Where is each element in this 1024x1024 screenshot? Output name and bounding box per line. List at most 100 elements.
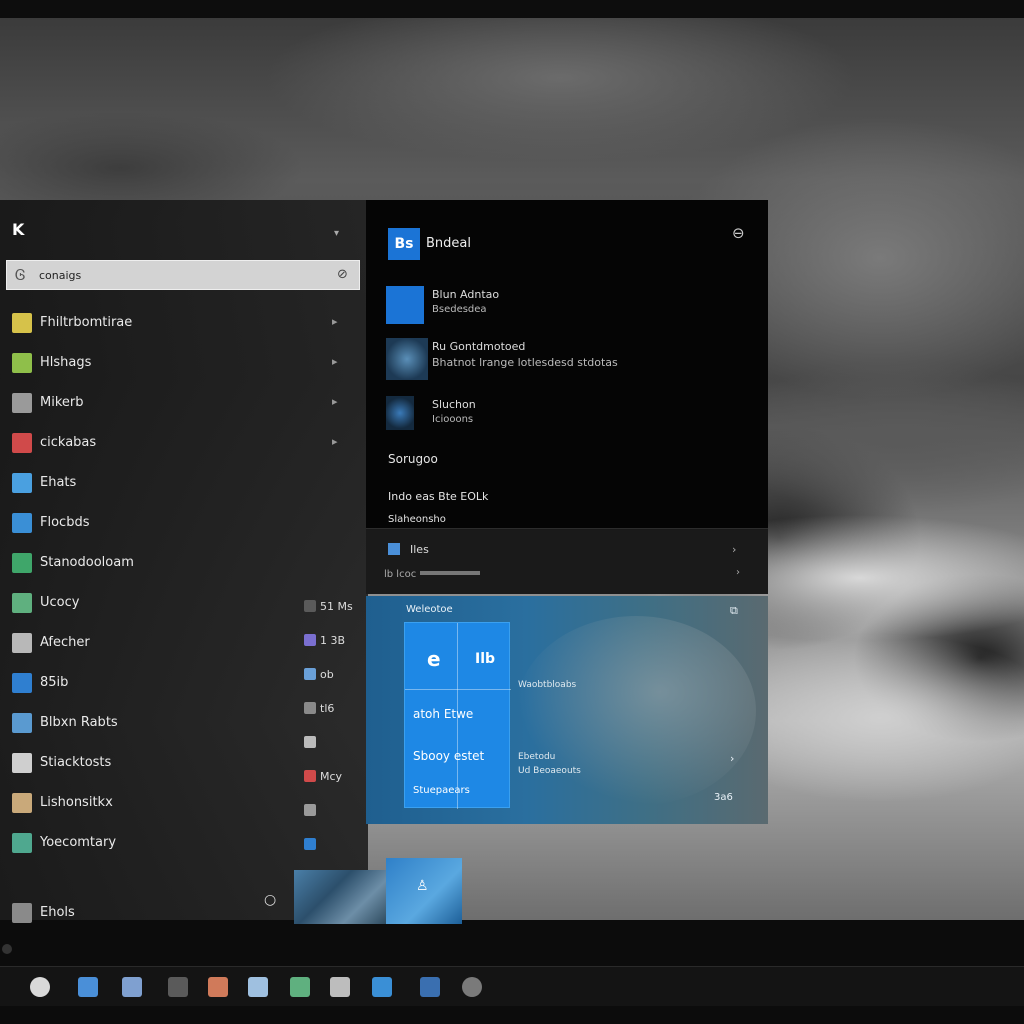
app-icon	[12, 633, 32, 653]
list-item-subtitle: Bhatnot lrange lotlesdesd stdotas	[432, 356, 618, 369]
live-tile-group: Weleotoe ⧉ e Ilb atoh Etwe Sbooy estet S…	[366, 596, 768, 824]
tile-background-image	[516, 616, 756, 806]
recent-item[interactable]: Iles	[388, 543, 429, 556]
tile-label: atoh Etwe	[413, 707, 474, 721]
sidebar-item[interactable]: cickabas ▸	[0, 426, 360, 460]
start-menu-detail-panel: Bs Bndeal ⊖ Blun Adntao Bsedesdea Ru Gon…	[366, 200, 768, 530]
link-text[interactable]: Indo eas Bte EOLk	[388, 490, 488, 503]
recent-item[interactable]: lb lcoc	[384, 569, 481, 580]
chevron-right-icon[interactable]: ›	[730, 752, 734, 765]
section-label: Sorugoo	[388, 452, 438, 466]
brush-icon[interactable]	[248, 977, 268, 997]
start-orb-icon[interactable]	[2, 944, 12, 954]
app-icon	[304, 838, 316, 850]
sidebar-item-label: Hlshags	[40, 355, 92, 370]
circle-icon[interactable]	[462, 977, 482, 997]
tile-group-title: Weleotoe	[406, 604, 453, 615]
app-icon	[12, 353, 32, 373]
globe-icon	[386, 396, 414, 430]
chevron-right-icon[interactable]: ▸	[332, 315, 338, 328]
search-input[interactable]: Ꮆ conaigs ⊘	[6, 260, 360, 290]
pinned-item-label: 51 Ms	[320, 600, 353, 613]
pinned-item[interactable]: tl6	[304, 702, 360, 724]
link-text[interactable]: Slaheonsho	[388, 514, 446, 525]
sidebar-item-label: Fhiltrbomtirae	[40, 315, 133, 330]
app-icon	[304, 770, 316, 782]
hamburger-icon[interactable]: K	[12, 220, 24, 239]
tile-label: Ilb	[475, 651, 496, 667]
chevron-right-icon[interactable]: ▸	[332, 435, 338, 448]
tile-caption: 3a6	[714, 792, 733, 803]
photo-icon[interactable]	[208, 977, 228, 997]
app-icon	[304, 600, 316, 612]
pinned-item-label: 1 3B	[320, 634, 346, 647]
thumbnail-icon	[386, 338, 428, 380]
sidebar-item[interactable]: Mikerb ▸	[0, 386, 360, 420]
sidebar-item-label: Blbxn Rabts	[40, 715, 118, 730]
pinned-item[interactable]: Mcy	[304, 770, 360, 792]
list-item-subtitle: Iciooons	[432, 414, 474, 425]
sidebar-item[interactable]: Stanodooloam	[0, 546, 360, 580]
sidebar-item-label: Ucocy	[40, 595, 80, 610]
app-icon	[12, 833, 32, 853]
list-item[interactable]: Blun Adntao Bsedesdea	[386, 286, 746, 326]
photos-tile[interactable]	[294, 870, 386, 924]
pen-icon[interactable]	[168, 977, 188, 997]
chrome-icon[interactable]	[30, 977, 50, 997]
clear-icon[interactable]: ⊘	[337, 267, 348, 282]
power-icon[interactable]: ○	[264, 892, 276, 908]
app-icon	[304, 702, 316, 714]
list-item-subtitle: Bsedesdea	[432, 304, 487, 315]
app-icon	[304, 804, 316, 816]
resize-icon[interactable]: ⧉	[730, 604, 738, 618]
chevron-right-icon[interactable]: ›	[736, 567, 740, 578]
chevron-right-icon[interactable]: ›	[732, 543, 736, 556]
person-icon: ♙	[416, 878, 429, 894]
screen-bezel-top	[0, 0, 1024, 18]
chevron-down-icon[interactable]: ▾	[334, 228, 339, 239]
globe-icon[interactable]	[420, 977, 440, 997]
device-icon[interactable]	[372, 977, 392, 997]
pinned-item[interactable]	[304, 838, 360, 860]
app-icon	[12, 593, 32, 613]
list-item[interactable]: Ru Gontdmotoed Bhatnot lrange lotlesdesd…	[386, 338, 746, 380]
app-icon	[12, 673, 32, 693]
sidebar-item[interactable]: Hlshags ▸	[0, 346, 360, 380]
pinned-item-label: ob	[320, 668, 334, 681]
taskbar	[0, 966, 1024, 1006]
pinned-item[interactable]: 51 Ms	[304, 600, 360, 622]
app-icon	[12, 513, 32, 533]
people-tile[interactable]: ♙	[386, 858, 462, 924]
sidebar-item[interactable]: Fhiltrbomtirae ▸	[0, 306, 360, 340]
sync-icon	[386, 286, 424, 324]
edge-tile[interactable]: e Ilb atoh Etwe Sbooy estet Stuepaears	[404, 622, 511, 809]
sidebar-item[interactable]: Flocbds	[0, 506, 360, 540]
app-icon	[12, 753, 32, 773]
sidebar-item-label: Afecher	[40, 635, 90, 650]
sidebar-item-label: Flocbds	[40, 515, 90, 530]
laptop-icon[interactable]	[78, 977, 98, 997]
music-icon[interactable]	[330, 977, 350, 997]
pinned-item[interactable]: ob	[304, 668, 360, 690]
pinned-item[interactable]	[304, 736, 360, 758]
sidebar-item-label: cickabas	[40, 435, 97, 450]
sidebar-item-label: Ehols	[40, 905, 75, 920]
sidebar-item-label: Stanodooloam	[40, 555, 134, 570]
search-input-value: conaigs	[39, 269, 82, 282]
app-icon	[304, 736, 316, 748]
chevron-right-icon[interactable]: ▸	[332, 355, 338, 368]
list-item-title: Blun Adntao	[432, 288, 500, 301]
sidebar-item[interactable]: Ehats	[0, 466, 360, 500]
chat-icon[interactable]	[290, 977, 310, 997]
pinned-item[interactable]	[304, 804, 360, 826]
options-icon[interactable]: ⊖	[732, 224, 745, 242]
store-icon[interactable]	[122, 977, 142, 997]
pinned-item[interactable]: 1 3B	[304, 634, 360, 656]
sidebar-item-label: Yoecomtary	[40, 835, 117, 850]
tile-label: Sbooy estet	[413, 749, 485, 763]
app-icon	[12, 393, 32, 413]
app-icon	[304, 634, 316, 646]
list-item[interactable]: Sluchon Iciooons	[386, 396, 746, 432]
panel-title: Bndeal	[426, 236, 471, 251]
chevron-right-icon[interactable]: ▸	[332, 395, 338, 408]
